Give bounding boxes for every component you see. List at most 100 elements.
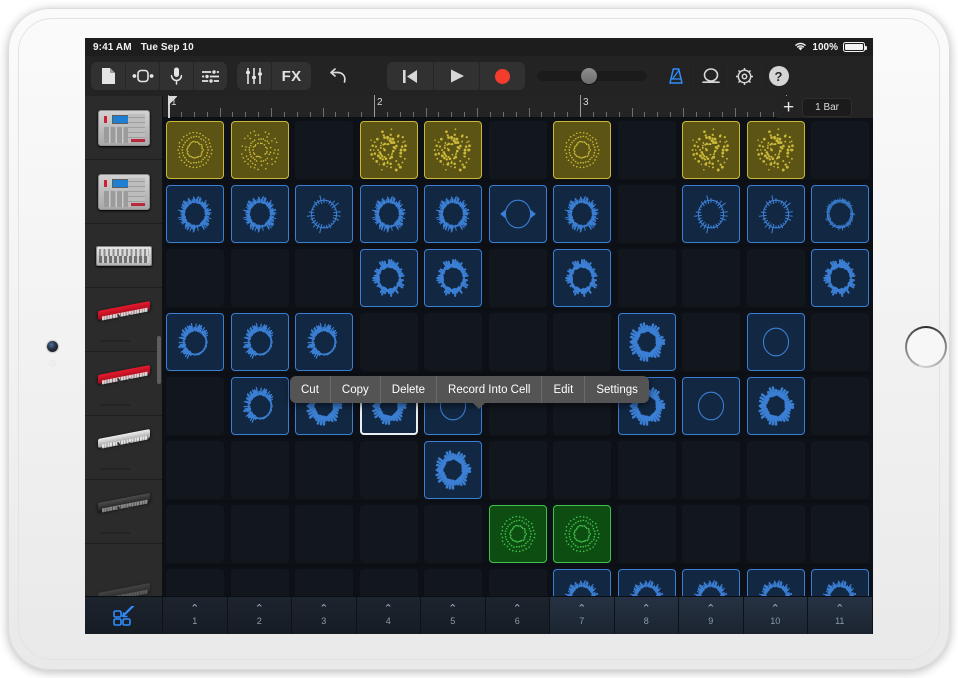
grid-cell-empty[interactable] [360, 569, 418, 596]
grid-cell-empty[interactable] [682, 505, 740, 563]
loop-browser-button[interactable] [125, 62, 159, 90]
grid-cell-empty[interactable] [682, 441, 740, 499]
grid-cell-empty[interactable] [489, 441, 547, 499]
grid-cell[interactable] [682, 185, 740, 243]
grid-cell[interactable] [166, 185, 224, 243]
cell-context-menu[interactable]: CutCopyDeleteRecord Into CellEditSetting… [290, 376, 649, 403]
grid-cell-empty[interactable] [424, 313, 482, 371]
track-rack-synth[interactable] [85, 224, 162, 288]
grid-cell[interactable] [747, 569, 805, 596]
track-keyboard-white[interactable] [85, 416, 162, 480]
metronome-button[interactable] [659, 62, 693, 90]
grid-cell[interactable] [747, 185, 805, 243]
grid-cell-empty[interactable] [618, 441, 676, 499]
grid-cell[interactable] [811, 185, 869, 243]
track-list-sidebar[interactable] [85, 96, 163, 596]
grid-cell[interactable] [553, 505, 611, 563]
record-button[interactable] [479, 62, 525, 90]
home-button[interactable] [905, 326, 947, 368]
rewind-button[interactable] [387, 62, 433, 90]
grid-cell-empty[interactable] [618, 249, 676, 307]
playhead-marker[interactable] [168, 96, 178, 118]
footer-column-trigger-3[interactable]: ⌃3 [292, 597, 357, 634]
menu-item-delete[interactable]: Delete [380, 376, 436, 403]
grid-cell-empty[interactable] [553, 313, 611, 371]
grid-cell-empty[interactable] [747, 505, 805, 563]
cell-length-button[interactable]: 1 Bar [802, 98, 852, 117]
track-drum-machine-2[interactable] [85, 160, 162, 224]
play-button[interactable] [433, 62, 479, 90]
track-list-scrollbar[interactable] [157, 336, 161, 384]
grid-cell-empty[interactable] [489, 313, 547, 371]
grid-cell-empty[interactable] [231, 249, 289, 307]
help-button[interactable]: ? [761, 62, 795, 90]
live-loops-grid[interactable] [163, 118, 873, 596]
edit-cells-button[interactable] [85, 597, 163, 634]
footer-column-trigger-5[interactable]: ⌃5 [421, 597, 486, 634]
file-browser-button[interactable] [91, 62, 125, 90]
grid-cell-empty[interactable] [424, 505, 482, 563]
footer-column-trigger-9[interactable]: ⌃9 [679, 597, 744, 634]
mixer-button[interactable] [193, 62, 227, 90]
grid-cell-empty[interactable] [811, 377, 869, 435]
grid-cell[interactable] [618, 569, 676, 596]
settings-button[interactable] [727, 62, 761, 90]
track-keyboard-red[interactable] [85, 288, 162, 352]
grid-cell[interactable] [811, 569, 869, 596]
grid-cell-empty[interactable] [489, 569, 547, 596]
grid-cell[interactable] [424, 249, 482, 307]
menu-item-edit[interactable]: Edit [541, 376, 584, 403]
grid-cell[interactable] [682, 569, 740, 596]
grid-cell[interactable] [231, 313, 289, 371]
grid-cell-empty[interactable] [295, 121, 353, 179]
grid-cell-empty[interactable] [618, 121, 676, 179]
grid-cell[interactable] [489, 185, 547, 243]
grid-cell-empty[interactable] [682, 313, 740, 371]
add-column-button[interactable]: + [783, 98, 794, 117]
grid-cell-empty[interactable] [295, 441, 353, 499]
grid-cell[interactable] [424, 121, 482, 179]
grid-cell[interactable] [231, 121, 289, 179]
grid-cell-empty[interactable] [489, 121, 547, 179]
grid-cell-empty[interactable] [231, 505, 289, 563]
footer-column-trigger-11[interactable]: ⌃11 [808, 597, 873, 634]
grid-cell-empty[interactable] [166, 569, 224, 596]
grid-cell-empty[interactable] [295, 249, 353, 307]
grid-cell-empty[interactable] [811, 505, 869, 563]
grid-cell[interactable] [553, 249, 611, 307]
timeline-ruler[interactable]: 1234 [163, 96, 873, 118]
grid-cell[interactable] [747, 121, 805, 179]
track-keyboard-dark[interactable] [85, 480, 162, 544]
fx-button[interactable]: FX [271, 62, 311, 90]
master-volume-slider[interactable] [537, 71, 647, 81]
grid-cell-empty[interactable] [811, 313, 869, 371]
grid-cell-empty[interactable] [360, 505, 418, 563]
grid-cell[interactable] [295, 313, 353, 371]
grid-cell[interactable] [553, 185, 611, 243]
grid-cell[interactable] [231, 377, 289, 435]
menu-item-record-into-cell[interactable]: Record Into Cell [436, 376, 541, 403]
grid-cell[interactable] [682, 121, 740, 179]
grid-cell-empty[interactable] [166, 249, 224, 307]
grid-cell-empty[interactable] [231, 441, 289, 499]
grid-cell-empty[interactable] [618, 185, 676, 243]
grid-cell-empty[interactable] [166, 441, 224, 499]
grid-cell[interactable] [747, 377, 805, 435]
grid-cell-empty[interactable] [424, 569, 482, 596]
track-keyboard-red-2[interactable] [85, 352, 162, 416]
menu-item-settings[interactable]: Settings [584, 376, 649, 403]
grid-cell[interactable] [166, 121, 224, 179]
grid-cell-empty[interactable] [166, 505, 224, 563]
footer-column-trigger-4[interactable]: ⌃4 [357, 597, 422, 634]
grid-cell[interactable] [618, 313, 676, 371]
menu-item-copy[interactable]: Copy [330, 376, 380, 403]
footer-column-trigger-6[interactable]: ⌃6 [486, 597, 551, 634]
grid-cell[interactable] [166, 313, 224, 371]
grid-cell-empty[interactable] [231, 569, 289, 596]
grid-cell[interactable] [747, 313, 805, 371]
grid-cell-empty[interactable] [747, 249, 805, 307]
grid-cell-empty[interactable] [747, 441, 805, 499]
grid-cell-empty[interactable] [811, 121, 869, 179]
grid-cell[interactable] [553, 569, 611, 596]
grid-cell-empty[interactable] [360, 313, 418, 371]
